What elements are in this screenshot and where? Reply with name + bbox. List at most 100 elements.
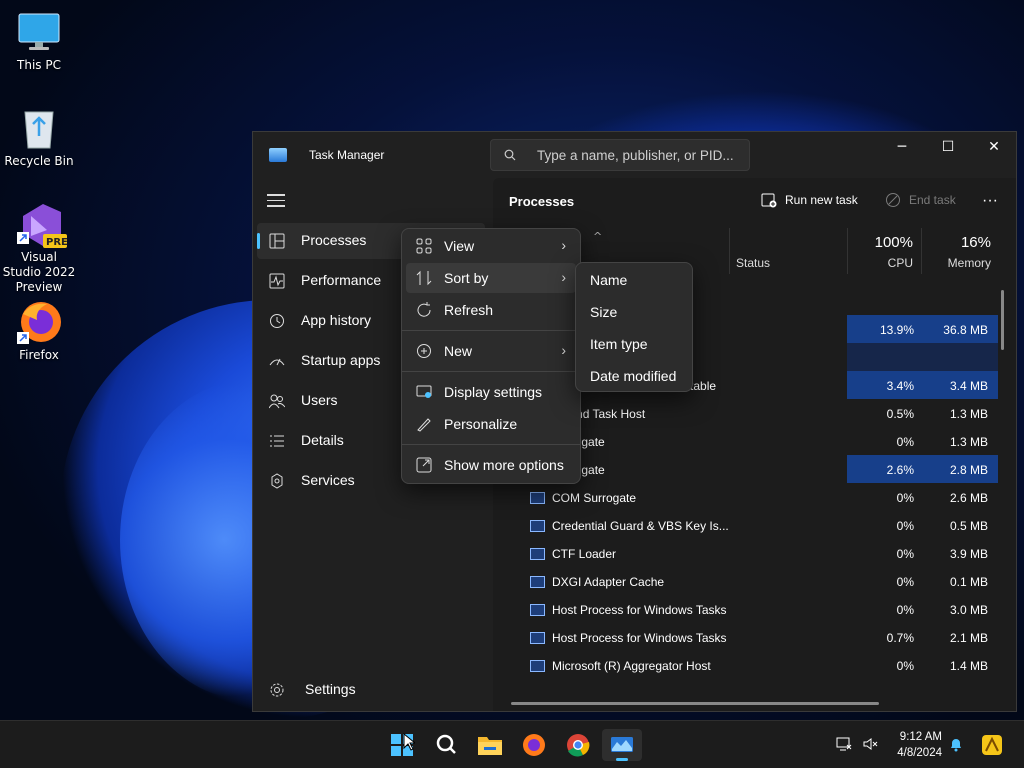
chevron-right-icon: › — [561, 269, 566, 285]
memory-cell: 0.1 MB — [949, 575, 988, 589]
sort-option-size[interactable]: Size — [580, 297, 688, 327]
column-label: Memory — [947, 256, 991, 270]
sort-option-name[interactable]: Name — [580, 265, 688, 295]
clock[interactable]: 9:12 AM 4/8/2024 — [897, 729, 942, 761]
volume-muted-icon[interactable] — [862, 736, 878, 752]
memory-cell — [921, 343, 998, 371]
windows-logo-icon — [391, 734, 413, 756]
context-menu: View › Sort by › Refresh New › Display s… — [401, 228, 581, 484]
menu-item-personalize[interactable]: Personalize — [406, 409, 576, 439]
menu-item-view[interactable]: View › — [406, 231, 576, 261]
horizontal-scrollbar[interactable] — [511, 702, 879, 705]
sort-option-item-type[interactable]: Item type — [580, 329, 688, 359]
processes-icon — [269, 233, 285, 249]
cpu-cell: 13.9% — [847, 315, 921, 343]
process-icon — [530, 576, 545, 588]
table-row[interactable]: Host Process for Windows Tasks 0.7% 2.1 MB — [493, 623, 1001, 651]
cpu-cell: 0% — [896, 435, 914, 449]
task-manager-taskbar-button[interactable] — [602, 729, 642, 761]
desktop-icon-visual-studio[interactable]: PRE Visual Studio 2022 Preview — [1, 202, 77, 295]
desktop-icon-label: This PC — [17, 58, 61, 72]
end-task-button[interactable]: End task — [885, 192, 956, 208]
task-manager-logo-icon — [269, 148, 287, 162]
sidebar-item-settings[interactable]: Settings — [257, 672, 485, 708]
firefox-taskbar-button[interactable] — [514, 729, 554, 761]
search-box[interactable]: Type a name, publisher, or PID... — [490, 139, 750, 171]
menu-item-show-more-options[interactable]: Show more options — [406, 450, 576, 480]
cpu-cell — [847, 343, 921, 371]
table-row[interactable]: Credential Guard & VBS Key Is... 0% 0.5 MB — [493, 511, 1001, 539]
menu-item-label: Display settings — [444, 384, 543, 400]
column-header-memory[interactable]: 16% Memory — [921, 228, 999, 274]
clock-time: 9:12 AM — [899, 731, 942, 743]
run-new-task-label: Run new task — [785, 193, 858, 207]
startup-icon — [269, 358, 285, 366]
desktop-icon-firefox[interactable]: Firefox — [1, 300, 77, 363]
menu-item-label: New — [444, 343, 473, 359]
process-icon — [530, 492, 545, 504]
sort-option-date-modified[interactable]: Date modified — [580, 361, 688, 391]
table-row[interactable]: Host Process for Windows Tasks 0% 3.0 MB — [493, 595, 1001, 623]
task-manager-window: Task Manager Type a name, publisher, or … — [252, 131, 1017, 712]
vertical-scrollbar[interactable] — [1001, 290, 1004, 350]
services-icon — [271, 473, 283, 489]
table-row[interactable]: Microsoft (R) Aggregator Host 0% 1.4 MB — [493, 651, 1001, 679]
dev-preview-badge-icon[interactable] — [980, 733, 1004, 757]
cpu-cell: 0% — [896, 659, 914, 673]
column-label: CPU — [887, 256, 913, 270]
close-button[interactable]: ✕ — [971, 132, 1016, 162]
process-icon — [530, 660, 545, 672]
more-options-button[interactable]: ··· — [982, 192, 998, 210]
memory-cell: 3.0 MB — [949, 603, 988, 617]
sort-icon — [416, 270, 432, 286]
menu-item-refresh[interactable]: Refresh — [406, 295, 576, 325]
visual-studio-icon: PRE — [17, 202, 68, 248]
memory-cell: 3.4 MB — [921, 371, 998, 399]
run-new-task-button[interactable]: Run new task — [761, 192, 858, 208]
gear-icon — [270, 683, 284, 697]
column-header-status[interactable]: Status — [729, 228, 847, 274]
cpu-cell: 0% — [896, 491, 914, 505]
taskbar: 9:12 AM 4/8/2024 — [0, 720, 1024, 768]
task-manager-icon — [611, 737, 633, 752]
start-button[interactable] — [382, 729, 422, 761]
column-header-cpu[interactable]: 100% CPU — [847, 228, 921, 274]
table-row[interactable]: COM Surrogate 0% 2.6 MB — [493, 483, 1001, 511]
users-icon — [269, 394, 285, 409]
cpu-cell: 0% — [896, 547, 914, 561]
memory-cell: 0.5 MB — [949, 519, 988, 533]
menu-item-label: Show more options — [444, 457, 564, 473]
file-explorer-button[interactable] — [470, 729, 510, 761]
title-bar[interactable]: Task Manager Type a name, publisher, or … — [253, 132, 1016, 178]
cpu-cell: 2.6% — [847, 455, 921, 483]
sidebar-item-label: Users — [301, 392, 338, 408]
minimize-button[interactable]: ─ — [879, 132, 925, 162]
cpu-cell: 3.4% — [847, 371, 921, 399]
desktop-icon-recycle-bin[interactable]: Recycle Bin — [1, 106, 77, 169]
menu-item-display-settings[interactable]: Display settings — [406, 377, 576, 407]
cpu-cell: 0.5% — [886, 407, 914, 421]
table-row[interactable]: CTF Loader 0% 3.9 MB — [493, 539, 1001, 567]
search-button[interactable] — [426, 729, 466, 761]
hamburger-menu-icon[interactable] — [267, 194, 285, 208]
search-icon — [436, 734, 456, 754]
menu-item-sort-by[interactable]: Sort by › — [406, 263, 576, 293]
table-row[interactable]: DXGI Adapter Cache 0% 0.1 MB — [493, 567, 1001, 595]
maximize-button[interactable]: ☐ — [925, 132, 971, 162]
personalize-icon — [417, 418, 431, 432]
page-title: Processes — [509, 194, 575, 209]
refresh-icon — [417, 302, 431, 317]
end-task-icon — [886, 193, 900, 207]
network-icon[interactable] — [836, 736, 852, 752]
run-task-icon — [761, 193, 777, 208]
window-title: Task Manager — [309, 148, 385, 162]
column-label: Status — [736, 256, 771, 270]
menu-item-new[interactable]: New › — [406, 336, 576, 366]
process-name: Microsoft (R) Aggregator Host — [552, 659, 711, 673]
bell-icon[interactable] — [948, 736, 964, 752]
chrome-taskbar-button[interactable] — [558, 729, 598, 761]
details-icon — [270, 435, 284, 447]
desktop-icon-label: Recycle Bin — [4, 154, 74, 168]
desktop-icon-this-pc[interactable]: This PC — [1, 10, 77, 73]
selection-indicator — [257, 233, 260, 249]
